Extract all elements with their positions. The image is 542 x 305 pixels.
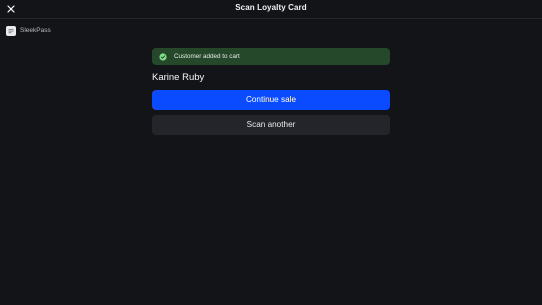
check-circle-icon: [159, 52, 167, 61]
brand: SleekPass: [6, 25, 51, 36]
scan-loyalty-card-screen: Scan Loyalty Card SleekPass Customer add…: [0, 0, 542, 305]
success-toast: Customer added to cart: [152, 48, 390, 65]
top-bar: Scan Loyalty Card: [0, 0, 542, 19]
customer-name: Karine Ruby: [152, 72, 205, 83]
page-title: Scan Loyalty Card: [235, 3, 307, 12]
scan-another-button[interactable]: Scan another: [152, 115, 390, 135]
continue-sale-button[interactable]: Continue sale: [152, 90, 390, 110]
toast-message: Customer added to cart: [174, 53, 240, 60]
brand-name: SleekPass: [20, 27, 51, 34]
sleekpass-logo-icon: [6, 25, 16, 36]
result-panel: Customer added to cart Karine Ruby Conti…: [152, 48, 390, 135]
